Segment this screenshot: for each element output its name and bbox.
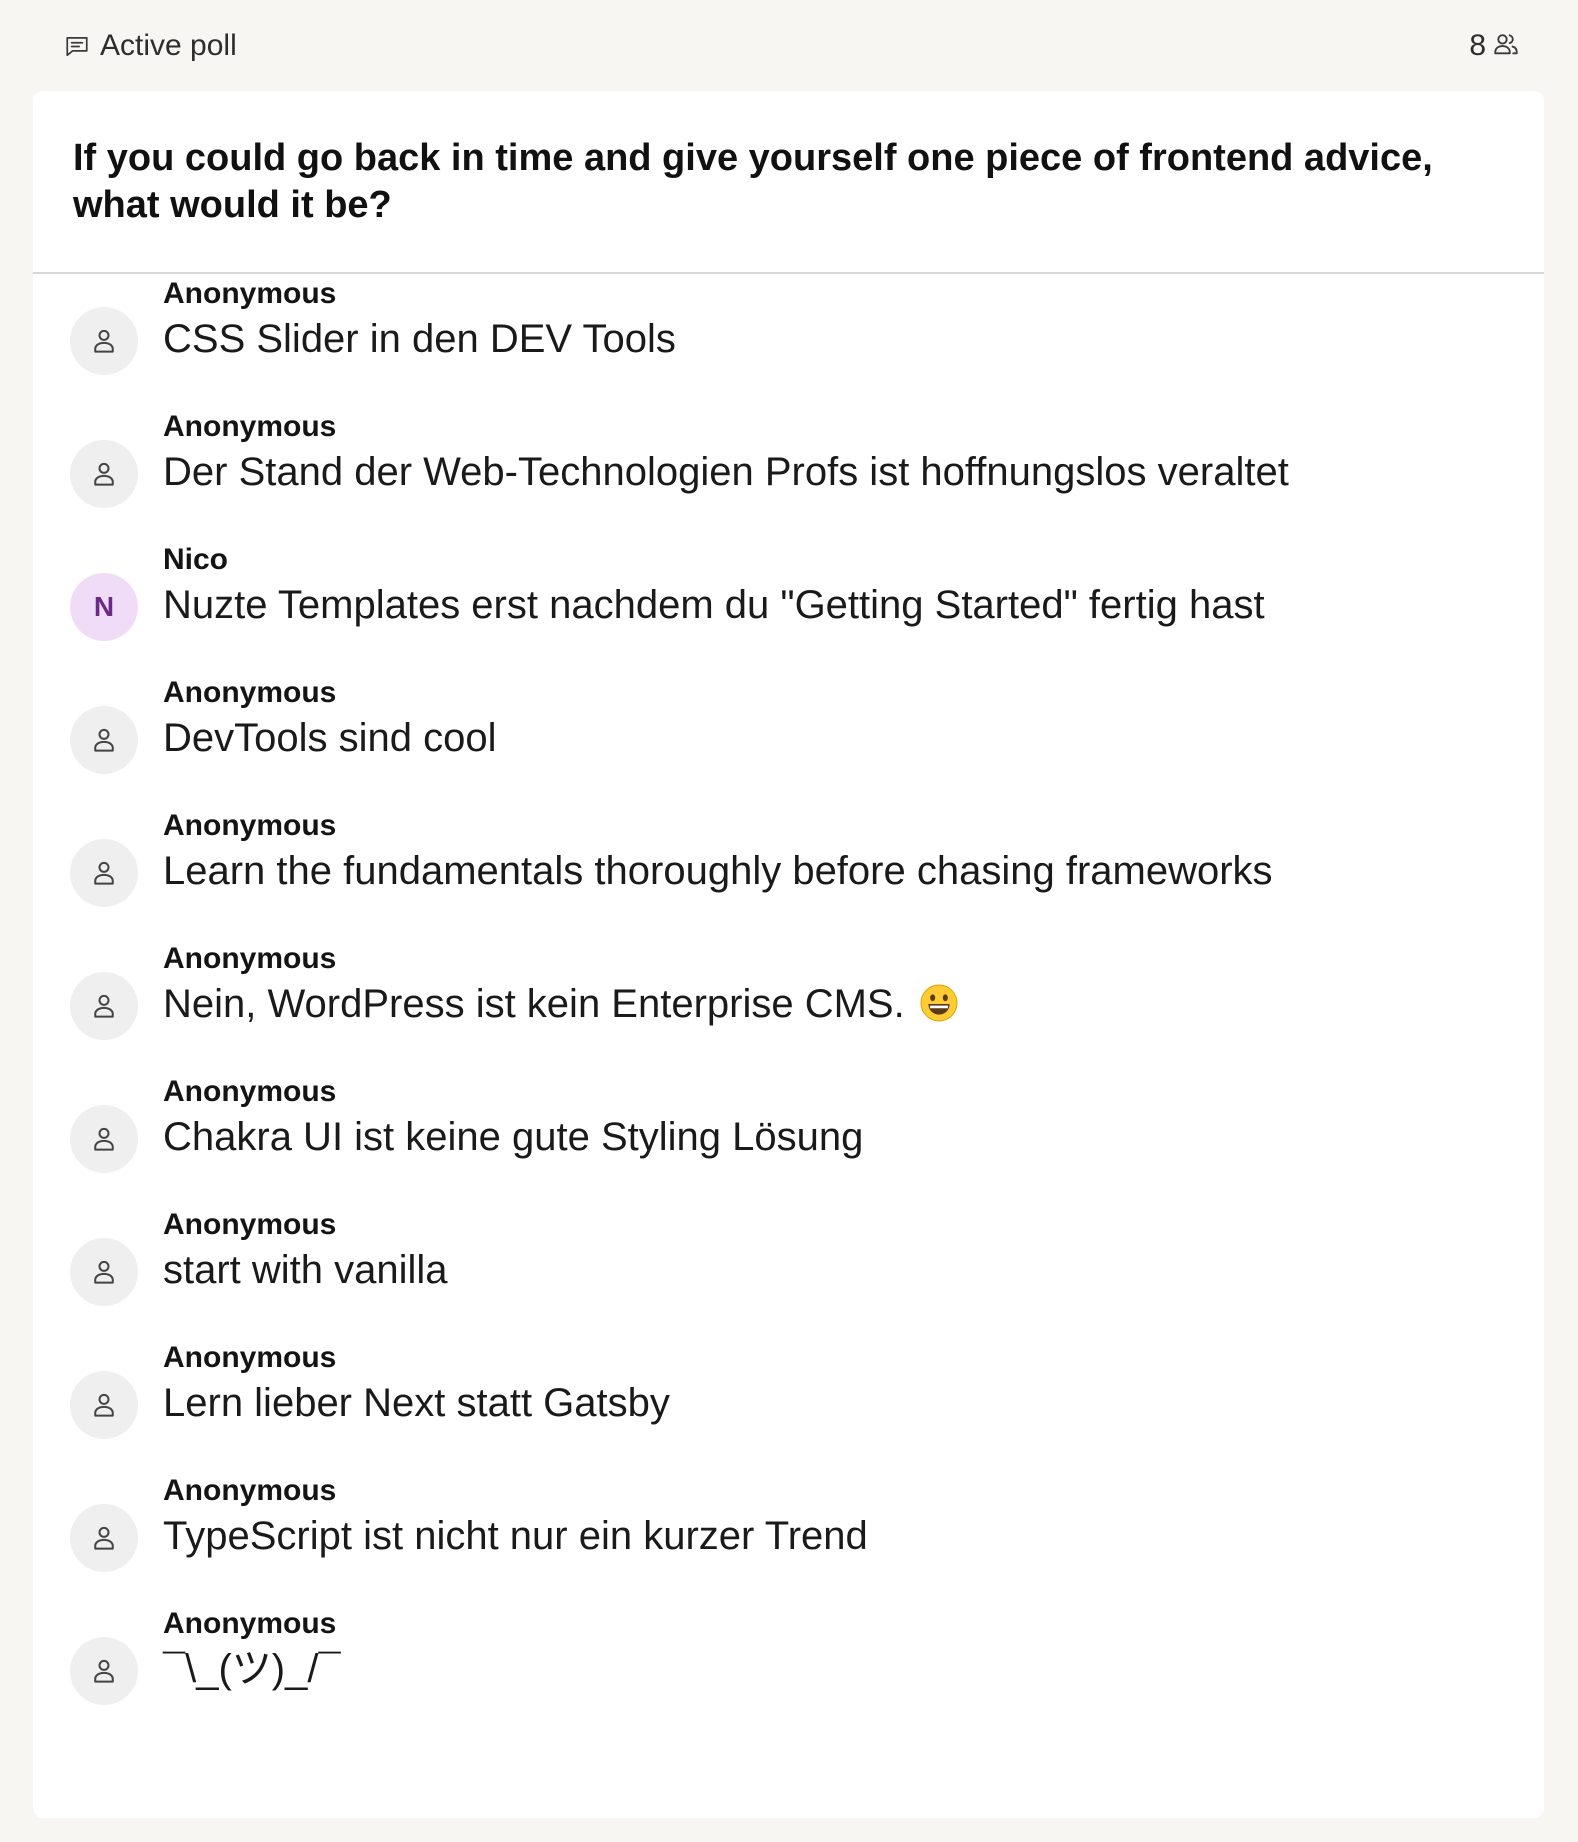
message-square-icon: [64, 33, 90, 59]
response-text: TypeScript ist nicht nur ein kurzer Tren…: [163, 1511, 868, 1561]
response-text-content: Chakra UI ist keine gute Styling Lösung: [163, 1115, 864, 1159]
response-author: Anonymous: [163, 1208, 337, 1241]
response-author: Anonymous: [163, 1341, 337, 1374]
response-text-content: DevTools sind cool: [163, 716, 497, 760]
user-icon: [70, 1238, 138, 1306]
response-author: Anonymous: [163, 277, 337, 310]
response-author: Anonymous: [163, 809, 337, 842]
response-text: Der Stand der Web-Technologien Profs ist…: [163, 447, 1289, 497]
poll-card: If you could go back in time and give yo…: [33, 91, 1544, 1818]
participants-indicator[interactable]: 8: [1469, 24, 1520, 68]
response-author: Anonymous: [163, 942, 337, 975]
response-text: start with vanilla: [163, 1245, 448, 1295]
response-item: Anonymous Learn the fundamentals thorough…: [33, 808, 1544, 941]
user-icon: [70, 706, 138, 774]
response-item: N Nico Nuzte Templates erst nachdem du "Ge…: [33, 542, 1544, 675]
user-icon: [70, 440, 138, 508]
response-author: Anonymous: [163, 1474, 337, 1507]
response-item: Anonymous Chakra UI ist keine gute Stylin…: [33, 1074, 1544, 1207]
response-text: Nuzte Templates erst nachdem du "Getting…: [163, 580, 1265, 630]
user-icon: [70, 1371, 138, 1439]
response-text-content: ¯\_(ツ)_/¯: [163, 1647, 341, 1691]
response-text: Chakra UI ist keine gute Styling Lösung: [163, 1112, 863, 1162]
response-text-content: Lern lieber Next statt Gatsby: [163, 1381, 670, 1425]
poll-question: If you could go back in time and give yo…: [33, 91, 1544, 274]
response-item: Anonymous Nein, WordPress ist kein Enterp…: [33, 941, 1544, 1074]
user-icon: [70, 1504, 138, 1572]
response-text-content: start with vanilla: [163, 1248, 448, 1292]
response-text: ¯\_(ツ)_/¯: [163, 1644, 341, 1694]
response-text: CSS Slider in den DEV Tools: [163, 314, 676, 364]
response-text: Learn the fundamentals thoroughly before…: [163, 846, 1273, 896]
response-text-content: Der Stand der Web-Technologien Profs ist…: [163, 450, 1289, 494]
avatar-initial: N: [70, 573, 138, 641]
participant-count: 8: [1469, 29, 1486, 62]
user-icon: [70, 972, 138, 1040]
response-author: Anonymous: [163, 410, 337, 443]
users-icon: [1492, 30, 1520, 63]
response-author: Anonymous: [163, 1075, 337, 1108]
user-icon: [70, 1105, 138, 1173]
response-text-content: TypeScript ist nicht nur ein kurzer Tren…: [163, 1514, 868, 1558]
response-item: Anonymous ¯\_(ツ)_/¯: [33, 1606, 1544, 1739]
user-icon: [70, 307, 138, 375]
poll-status-label: Active poll: [100, 29, 237, 62]
response-author: Anonymous: [163, 676, 337, 709]
response-author: Anonymous: [163, 1607, 337, 1640]
response-text: Nein, WordPress ist kein Enterprise CMS.: [163, 979, 958, 1029]
response-item: Anonymous TypeScript ist nicht nur ein ku…: [33, 1473, 1544, 1606]
response-text-content: Nein, WordPress ist kein Enterprise CMS.: [163, 982, 905, 1026]
response-item: Anonymous Lern lieber Next statt Gatsby: [33, 1340, 1544, 1473]
response-text-content: Nuzte Templates erst nachdem du "Getting…: [163, 583, 1265, 627]
response-item: Anonymous Der Stand der Web-Technologien …: [33, 409, 1544, 542]
response-item: Anonymous start with vanilla: [33, 1207, 1544, 1340]
response-item: Anonymous DevTools sind cool: [33, 675, 1544, 808]
response-text-content: CSS Slider in den DEV Tools: [163, 317, 676, 361]
response-item: Anonymous CSS Slider in den DEV Tools: [33, 276, 1544, 409]
response-author: Nico: [163, 543, 229, 576]
user-icon: [70, 1637, 138, 1705]
grinning-face-icon: [920, 984, 958, 1022]
poll-status: Active poll: [64, 24, 237, 68]
user-icon: [70, 839, 138, 907]
response-text: DevTools sind cool: [163, 713, 497, 763]
response-text-content: Learn the fundamentals thoroughly before…: [163, 849, 1273, 893]
poll-header: Active poll 8: [0, 0, 1578, 90]
response-text: Lern lieber Next statt Gatsby: [163, 1378, 670, 1428]
